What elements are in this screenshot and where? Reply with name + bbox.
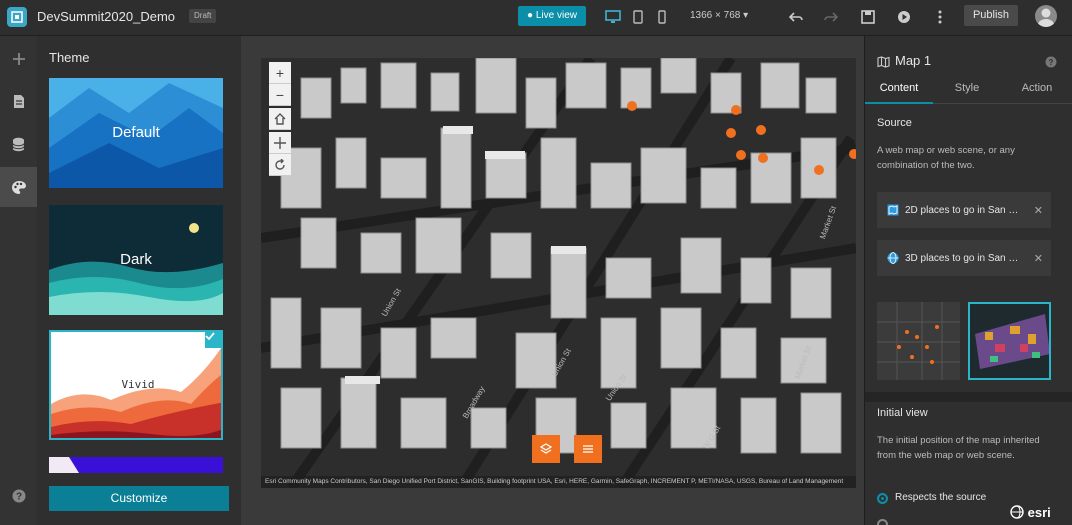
source-item[interactable]: 3D places to go in San Diego ✕ <box>877 240 1051 276</box>
add-icon[interactable] <box>0 39 37 79</box>
data-icon[interactable] <box>0 124 37 164</box>
help-icon[interactable]: ? <box>0 476 37 516</box>
theme-card-label: Default <box>112 124 160 141</box>
map-widget-icon <box>877 55 890 73</box>
radio-option[interactable] <box>877 519 888 525</box>
left-rail: ? <box>0 36 37 525</box>
draft-badge: Draft <box>189 9 217 23</box>
theme-panel: Theme Default Dark Vivid Customize <box>37 36 241 525</box>
radio-label: Respects the source <box>895 492 987 503</box>
live-view-button[interactable]: ● Live view <box>518 6 586 26</box>
close-icon[interactable]: ✕ <box>1034 204 1043 217</box>
checkmark-icon <box>205 332 221 348</box>
tablet-icon[interactable] <box>628 7 648 27</box>
list-icon <box>583 445 593 453</box>
radio-respects-source[interactable] <box>877 493 888 504</box>
theme-card-vivid[interactable]: Vivid <box>49 330 223 440</box>
desktop-icon[interactable] <box>603 7 623 27</box>
avatar[interactable] <box>1035 5 1057 27</box>
theme-card-partial[interactable] <box>49 457 223 473</box>
section-divider <box>865 392 1072 402</box>
source-item[interactable]: 2D places to go in San Diego ✕ <box>877 192 1051 228</box>
save-icon[interactable] <box>858 7 878 27</box>
source-title: Source <box>877 117 912 129</box>
panel-tabs: Content Style Action <box>865 76 1072 104</box>
source-label: 3D places to go in San Diego <box>905 252 1025 264</box>
zoom-in-button[interactable]: + <box>269 62 291 84</box>
app-title: DevSummit2020_Demo <box>37 9 176 24</box>
app-logo-icon[interactable] <box>7 7 27 27</box>
theme-card-label: Dark <box>120 251 152 268</box>
tab-style[interactable]: Style <box>933 76 1001 104</box>
panel-title: Map 1 <box>895 53 932 68</box>
layers-widget-button[interactable] <box>532 435 560 463</box>
pan-icon <box>274 136 286 149</box>
scene-view[interactable]: + − Union St Broadway Union St W G St Ma… <box>261 58 856 488</box>
initial-view-title: Initial view <box>877 407 928 419</box>
legend-widget-button[interactable] <box>574 435 602 463</box>
theme-panel-title: Theme <box>49 50 90 65</box>
resolution-label: 1366 × 768 <box>690 10 741 21</box>
home-icon <box>274 112 286 125</box>
theme-icon[interactable] <box>0 167 37 207</box>
top-bar: DevSummit2020_Demo Draft ● Live view 136… <box>0 0 1072 36</box>
more-icon[interactable] <box>930 7 950 27</box>
zoom-out-button[interactable]: − <box>269 84 291 106</box>
undo-icon[interactable] <box>786 7 806 27</box>
map-attribution: Esri Community Maps Contributors, San Di… <box>261 476 856 488</box>
esri-logo: esri <box>1010 505 1051 520</box>
tab-content[interactable]: Content <box>865 76 933 104</box>
brand-label: esri <box>1027 505 1051 520</box>
initial-view-description: The initial position of the map inherite… <box>877 435 1040 461</box>
theme-card-label: Vivid <box>121 378 155 391</box>
pan-button[interactable] <box>269 132 291 154</box>
scene-buildings <box>261 58 856 488</box>
preview-icon[interactable] <box>894 7 914 27</box>
canvas-area: + − Union St Broadway Union St W G St Ma… <box>241 36 864 525</box>
publish-button[interactable]: Publish <box>964 5 1018 26</box>
source-description: A web map or web scene, or any combinati… <box>877 145 1015 171</box>
theme-card-default[interactable]: Default <box>49 78 223 188</box>
source-label: 2D places to go in San Diego <box>905 204 1025 216</box>
close-icon[interactable]: ✕ <box>1034 252 1043 265</box>
home-button[interactable] <box>269 108 291 130</box>
globe-icon <box>1010 505 1024 519</box>
phone-icon[interactable] <box>652 7 672 27</box>
layers-icon <box>540 443 552 454</box>
map-icon <box>887 204 899 216</box>
customize-button[interactable]: Customize <box>49 486 229 511</box>
resolution-dropdown[interactable]: 1366 × 768 ▾ <box>690 10 748 21</box>
help-icon[interactable]: ? <box>1045 55 1057 73</box>
rotate-button[interactable] <box>269 154 291 176</box>
rotate-icon <box>275 158 285 170</box>
live-view-label: Live view <box>535 10 577 21</box>
page-icon[interactable] <box>0 81 37 121</box>
source-thumbnail-3d[interactable] <box>968 302 1051 380</box>
settings-panel: Map 1 ? Content Style Action Source A we… <box>864 36 1072 525</box>
source-thumbnail-2d[interactable] <box>877 302 960 380</box>
redo-icon[interactable] <box>821 7 841 27</box>
tab-action[interactable]: Action <box>1001 76 1072 104</box>
theme-card-dark[interactable]: Dark <box>49 205 223 315</box>
svg-text:?: ? <box>1049 58 1054 67</box>
svg-text:?: ? <box>15 492 21 503</box>
globe-icon <box>887 252 899 264</box>
